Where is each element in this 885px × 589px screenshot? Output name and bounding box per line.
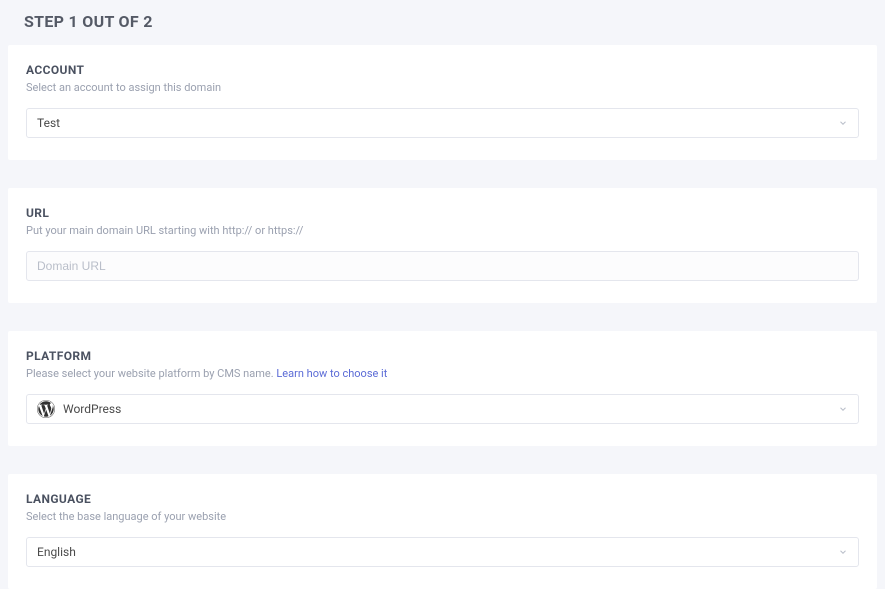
language-select[interactable]: English: [26, 537, 859, 567]
wordpress-icon: [37, 400, 55, 418]
url-input-wrapper: [26, 251, 859, 281]
platform-selected-value: WordPress: [63, 402, 121, 416]
account-label: ACCOUNT: [26, 63, 859, 77]
account-hint: Select an account to assign this domain: [26, 81, 859, 94]
url-card: URL Put your main domain URL starting wi…: [8, 188, 877, 303]
language-label: LANGUAGE: [26, 492, 859, 506]
platform-hint-text: Please select your website platform by C…: [26, 367, 276, 380]
chevron-down-icon: [838, 547, 848, 557]
platform-label: PLATFORM: [26, 349, 859, 363]
platform-card: PLATFORM Please select your website plat…: [8, 331, 877, 446]
url-hint: Put your main domain URL starting with h…: [26, 224, 859, 237]
platform-hint-link[interactable]: Learn how to choose it: [276, 367, 387, 380]
platform-hint: Please select your website platform by C…: [26, 367, 859, 380]
chevron-down-icon: [838, 404, 848, 414]
language-selected-value: English: [37, 545, 76, 559]
language-hint: Select the base language of your website: [26, 510, 859, 523]
chevron-down-icon: [838, 118, 848, 128]
platform-select[interactable]: WordPress: [26, 394, 859, 424]
account-select[interactable]: Test: [26, 108, 859, 138]
url-input[interactable]: [37, 259, 848, 273]
language-card: LANGUAGE Select the base language of you…: [8, 474, 877, 589]
account-selected-value: Test: [37, 116, 60, 130]
account-card: ACCOUNT Select an account to assign this…: [8, 45, 877, 160]
url-label: URL: [26, 206, 859, 220]
page-title: STEP 1 OUT OF 2: [8, 8, 877, 45]
